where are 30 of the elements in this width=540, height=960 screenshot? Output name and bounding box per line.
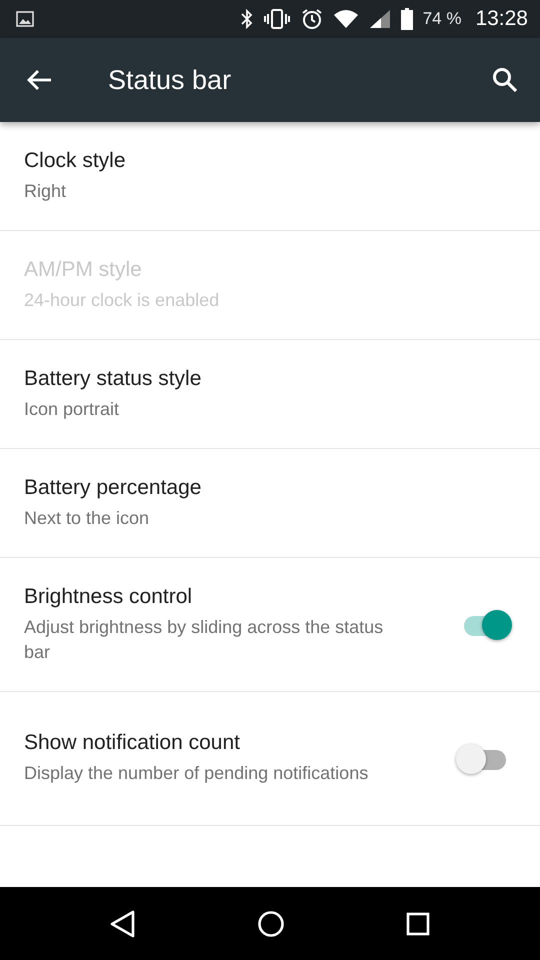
setting-title: Show notification count <box>24 731 241 755</box>
wifi-icon <box>332 9 359 29</box>
setting-title: Brightness control <box>24 584 194 608</box>
setting-item[interactable]: Brightness control Adjust brightness by sliding across the status bar <box>0 558 540 692</box>
setting-item[interactable]: Battery percentage Next to the icon <box>0 449 540 558</box>
setting-summary: Icon portrait <box>24 398 120 421</box>
signal-icon <box>368 9 391 29</box>
battery-icon <box>400 8 413 30</box>
setting-title: Clock style <box>24 148 127 172</box>
vibrate-icon <box>262 9 291 29</box>
setting-title: Battery status style <box>24 366 202 390</box>
setting-item[interactable]: Show notification count Display the number of pending notifications <box>0 692 540 826</box>
back-arrow-icon[interactable] <box>26 69 52 91</box>
setting-summary: Adjust brightness by sliding across the status bar <box>24 616 384 664</box>
battery-percentage: 74 % <box>422 9 462 29</box>
back-triangle-icon[interactable] <box>110 910 136 938</box>
setting-title: Battery percentage <box>24 476 202 500</box>
recents-square-icon[interactable] <box>406 912 430 936</box>
clock: 13:28 <box>475 7 528 31</box>
setting-item[interactable]: Clock style Right <box>0 122 540 231</box>
setting-summary: Display the number of pending notifications <box>24 762 370 785</box>
setting-summary: Right <box>24 180 68 203</box>
bluetooth-icon <box>240 9 253 29</box>
search-icon[interactable] <box>492 67 518 93</box>
home-circle-icon[interactable] <box>256 910 285 938</box>
alarm-icon <box>300 8 323 30</box>
setting-summary: Next to the icon <box>24 506 150 530</box>
setting-item[interactable]: Battery status style Icon portrait <box>0 340 540 449</box>
image-icon <box>16 11 34 27</box>
screen-title: Status bar <box>108 64 232 96</box>
